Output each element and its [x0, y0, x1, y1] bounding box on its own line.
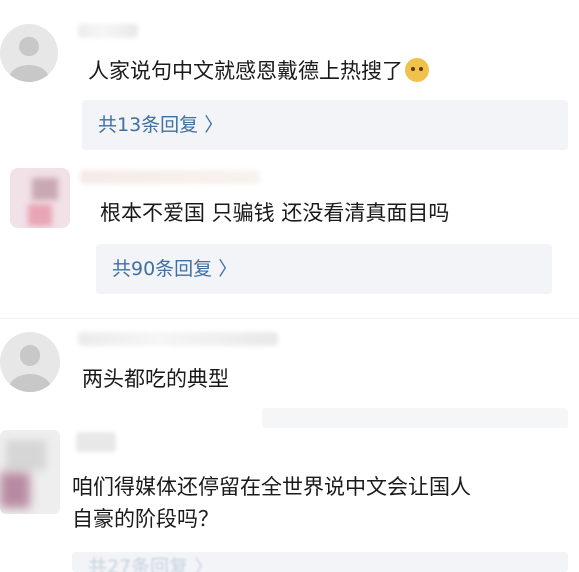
avatar[interactable]	[0, 24, 58, 82]
comment-text: 根本不爱国 只骗钱 还没看清真面目吗	[100, 201, 450, 225]
doge-emoji-icon	[405, 58, 429, 82]
avatar[interactable]	[0, 430, 60, 514]
comment-2: 根本不爱国 只骗钱 还没看清真面目吗 共90条回复 〉	[0, 158, 579, 310]
avatar[interactable]	[0, 332, 60, 392]
replies-link[interactable]: 共90条回复 〉	[96, 244, 552, 294]
divider	[0, 318, 579, 319]
replies-link[interactable]: 共13条回复 〉	[82, 100, 568, 150]
replies-link[interactable]: 共27条回复 〉	[72, 552, 568, 572]
username-blurred[interactable]	[80, 170, 260, 184]
replies-strip-faded	[262, 408, 568, 428]
username-blurred[interactable]	[78, 24, 138, 38]
comment-text: 人家说句中文就感恩戴德上热搜了	[88, 56, 429, 86]
comment-3: 两头都吃的典型	[0, 320, 579, 428]
username-blurred[interactable]	[78, 332, 278, 346]
comment-text-line1: 咱们得媒体还停留在全世界说中文会让国人	[72, 475, 471, 499]
comment-4: 咱们得媒体还停留在全世界说中文会让国人 自豪的阶段吗？ 共27条回复 〉	[0, 428, 579, 572]
avatar[interactable]	[10, 168, 70, 228]
comment-text-line2: 自豪的阶段吗？	[72, 507, 219, 531]
comment-text: 两头都吃的典型	[82, 367, 229, 391]
username-blurred[interactable]	[76, 432, 116, 452]
comment-1: 人家说句中文就感恩戴德上热搜了 共13条回复 〉	[0, 0, 579, 158]
